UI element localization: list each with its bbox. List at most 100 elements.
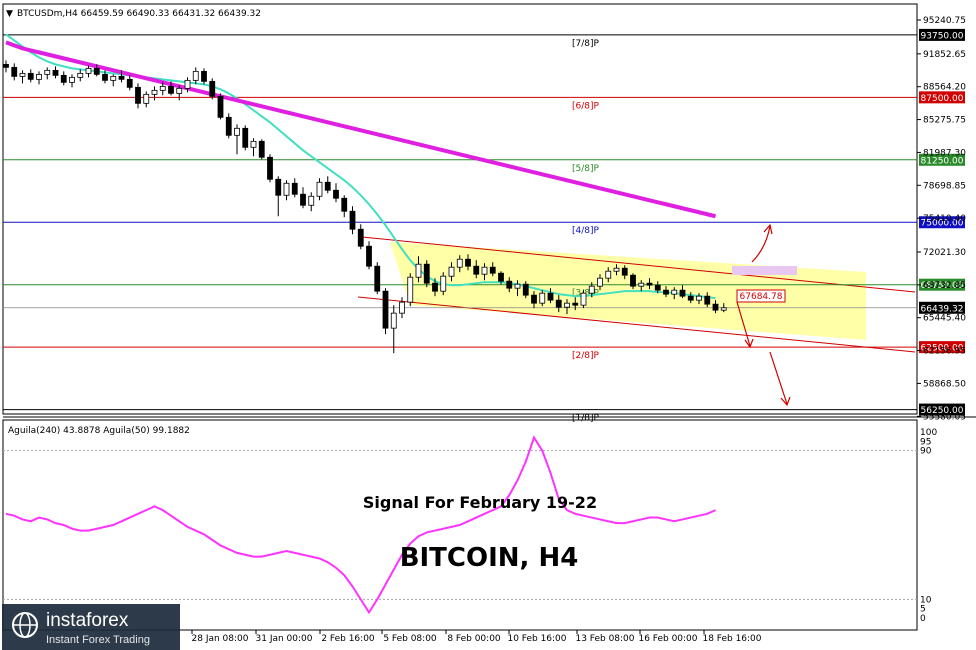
candle-body-55 (456, 258, 463, 268)
candle-body-28 (234, 127, 240, 136)
candle-body-87 (720, 307, 727, 311)
instaforex-logo: instaforex Instant Forex Trading (2, 604, 180, 650)
candle-body-50 (415, 263, 422, 278)
y-tick-label-2: 88564.20 (923, 83, 966, 93)
candle-body-86 (712, 303, 719, 311)
candle-body-83 (687, 295, 694, 301)
candle-body-66 (547, 292, 554, 301)
y-tick-label-3: 85275.75 (923, 116, 966, 126)
candle-body-81 (671, 289, 678, 295)
price-pane (2, 3, 918, 415)
y-tick-label-7: 72021.30 (923, 248, 966, 258)
candle-body-57 (473, 265, 480, 275)
candle-body-62 (514, 283, 521, 289)
candle-body-73 (605, 270, 612, 279)
candle-body-3 (27, 72, 34, 80)
candle-body-38 (316, 181, 323, 197)
candle-body-16 (135, 86, 141, 104)
candle-body-5 (44, 69, 51, 75)
candle-body-56 (465, 258, 471, 267)
candle-body-17 (143, 93, 150, 104)
trading-chart[interactable]: [7/8]P93750.00[6/8]P87500.00[5/8]P81250.… (0, 0, 976, 650)
candle-body-79 (654, 284, 661, 291)
y-tick-label-0: 95240.75 (923, 16, 966, 26)
murrey-label-5: [2/8]P (572, 351, 600, 361)
candle-body-8 (69, 76, 75, 83)
y-tick-label-11: 58868.50 (923, 379, 966, 389)
candle-body-30 (250, 140, 257, 148)
x-tick-label-8: 18 Feb 16:00 (702, 634, 761, 644)
murrey-label-6: [1/8]P (572, 414, 600, 424)
candle-body-43 (357, 228, 364, 247)
candle-body-21 (176, 87, 183, 94)
target-text: 67684.78 (740, 292, 783, 302)
candle-body-51 (423, 263, 430, 284)
y-tick-label-10: 62156.95 (923, 347, 966, 357)
candle-body-47 (390, 312, 397, 329)
candle-body-63 (522, 283, 529, 296)
murrey-label-1: [6/8]P (572, 101, 600, 111)
candle-body-68 (564, 302, 570, 308)
candle-body-59 (489, 266, 496, 274)
candle-body-61 (506, 280, 513, 289)
candle-body-53 (440, 275, 447, 292)
murrey-label-3: [4/8]P (572, 226, 600, 236)
globe-icon (12, 612, 38, 638)
murrey-price-text-1: 87500.00 (921, 94, 964, 104)
candle-body-72 (597, 277, 603, 287)
symbol-header: BTCUSDm,H4 66459.59 66490.33 66431.32 66… (17, 9, 261, 19)
candle-body-23 (192, 70, 199, 81)
candle-body-26 (217, 95, 224, 118)
x-tick-label-2: 2 Feb 16:00 (321, 634, 375, 644)
candle-body-31 (258, 140, 265, 158)
candle-body-42 (349, 210, 356, 230)
candle-body-69 (572, 302, 579, 306)
candle-body-32 (267, 156, 273, 180)
candle-body-46 (382, 290, 389, 329)
chart-title: BITCOIN, H4 (400, 543, 579, 573)
ind-tick-label-2: 90 (920, 447, 932, 457)
candle-body-70 (580, 292, 587, 306)
x-tick-label-0: 28 Jan 08:00 (192, 634, 249, 644)
x-tick-label-4: 8 Feb 00:00 (447, 634, 501, 644)
candle-body-44 (366, 245, 372, 267)
candle-body-85 (704, 295, 711, 305)
murrey-label-2: [5/8]P (572, 164, 600, 174)
candle-body-20 (168, 85, 174, 94)
candle-body-13 (110, 75, 117, 81)
candle-body-60 (498, 272, 504, 282)
x-tick-label-7: 16 Feb 00:00 (638, 634, 697, 644)
candle-body-29 (242, 127, 249, 148)
x-tick-label-5: 10 Feb 16:00 (507, 634, 566, 644)
candle-body-39 (324, 181, 331, 191)
candle-body-58 (481, 266, 488, 275)
candle-body-33 (275, 178, 282, 196)
candle-body-4 (36, 73, 42, 80)
candle-body-84 (696, 295, 702, 301)
y-tick-label-9: 65445.40 (923, 314, 966, 324)
candle-body-74 (613, 267, 620, 272)
y-tick-label-8: 68732.85 (923, 281, 966, 291)
murrey-price-text-0: 93750.00 (921, 31, 964, 41)
resistance-zone (732, 266, 797, 275)
candle-body-49 (407, 276, 414, 303)
chart-menu-arrow-icon[interactable]: ▼ (6, 9, 13, 19)
candle-body-19 (159, 85, 166, 91)
candle-body-25 (209, 80, 216, 97)
indicator-label: Aguila(240) 43.8878 Aguila(50) 99.1882 (8, 426, 190, 436)
y-tick-label-6: 75410.40 (923, 214, 966, 224)
candle-body-7 (60, 74, 67, 83)
x-tick-label-6: 13 Feb 08:00 (575, 634, 634, 644)
candle-body-10 (85, 67, 92, 74)
brand-name: instaforex (46, 610, 129, 631)
candle-body-36 (300, 193, 306, 206)
candle-body-0 (3, 63, 9, 68)
candle-body-35 (291, 182, 298, 195)
x-tick-label-3: 5 Feb 08:00 (383, 634, 437, 644)
candle-body-78 (646, 282, 653, 286)
candle-body-18 (151, 89, 158, 95)
candle-body-34 (283, 182, 290, 196)
brand-tagline: Instant Forex Trading (46, 634, 150, 646)
candle-body-52 (432, 282, 438, 292)
candle-body-76 (630, 274, 636, 287)
